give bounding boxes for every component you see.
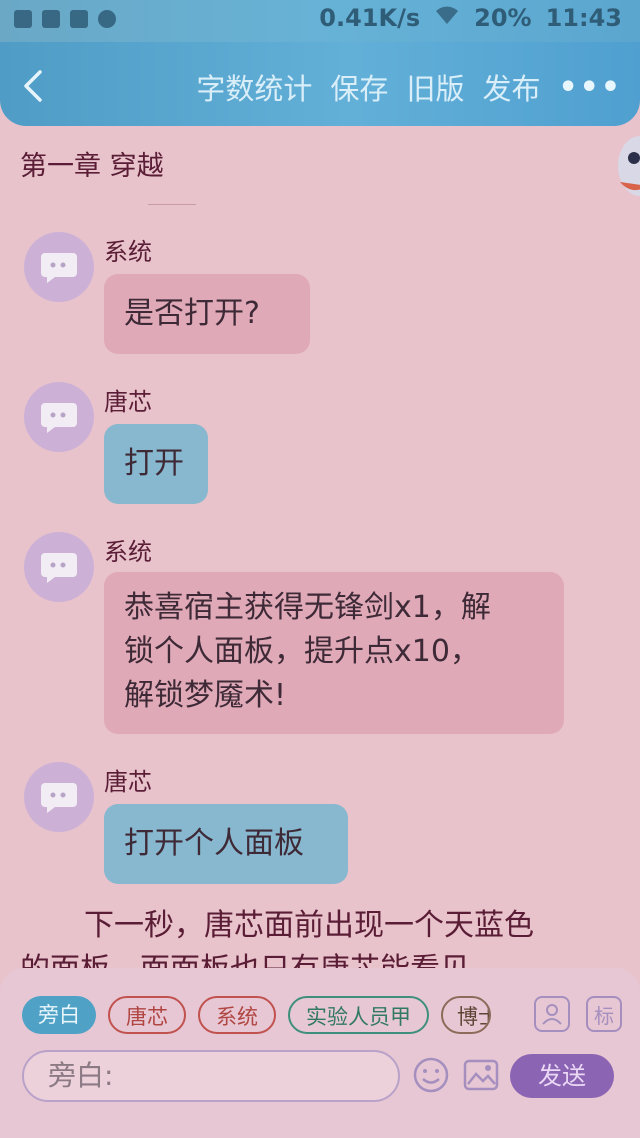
narration-line: 下一秒，唐芯面前出现一个天蓝色 <box>84 908 534 943</box>
avatar <box>24 762 94 832</box>
old-version-button[interactable]: 旧版 <box>406 66 464 108</box>
send-button[interactable]: 发送 <box>510 1054 614 1098</box>
role-chip-tangxin[interactable]: 唐芯 <box>108 996 186 1034</box>
person-icon[interactable] <box>534 996 570 1032</box>
avatar <box>24 232 94 302</box>
role-selector: 旁白 唐芯 系统 实验人员甲 博士 <box>22 996 491 1034</box>
message-bubble[interactable]: 恭喜宿主获得无锋剑x1，解 锁个人面板，提升点x10， 解锁梦魇术! <box>104 572 564 734</box>
status-icons-right: 0.41K/s 20% 11:43 <box>319 4 622 32</box>
save-button[interactable]: 保存 <box>330 66 388 108</box>
message-icon <box>42 10 60 28</box>
message-line: 解锁梦魇术! <box>124 678 287 713</box>
role-chip-narrator[interactable]: 旁白 <box>22 996 96 1034</box>
time: 11:43 <box>545 4 622 32</box>
sender-name: 系统 <box>104 538 152 566</box>
publish-button[interactable]: 发布 <box>482 66 540 108</box>
role-chip-lab-member[interactable]: 实验人员甲 <box>288 996 429 1034</box>
mascot-icon[interactable] <box>612 130 640 202</box>
battery-level: 20% <box>474 4 532 32</box>
globe-icon <box>98 10 116 28</box>
image-icon[interactable] <box>462 1056 500 1094</box>
role-chip-system[interactable]: 系统 <box>198 996 276 1034</box>
sender-name: 唐芯 <box>104 768 152 796</box>
message-line: 锁个人面板，提升点x10， <box>124 634 480 669</box>
message-bubble[interactable]: 是否打开? <box>104 274 310 354</box>
chevron-left-icon[interactable] <box>20 68 46 104</box>
more-dots-icon[interactable]: ••• <box>558 70 622 105</box>
message-input[interactable]: 旁白: <box>22 1050 400 1102</box>
status-bar: 0.41K/s 20% 11:43 <box>0 0 640 42</box>
tag-button[interactable]: 标 <box>586 996 622 1032</box>
net-speed: 0.41K/s <box>319 4 421 32</box>
sender-name: 唐芯 <box>104 388 152 416</box>
word-count-button[interactable]: 字数统计 <box>196 66 312 108</box>
composer-panel: 旁白 唐芯 系统 实验人员甲 博士 标 旁白: 发送 <box>0 968 640 1138</box>
sender-name: 系统 <box>104 238 152 266</box>
app-icon <box>70 10 88 28</box>
message-line: 恭喜宿主获得无锋剑x1，解 <box>124 590 491 625</box>
chapter-title[interactable]: 第一章 穿越 <box>20 144 164 183</box>
message-bubble[interactable]: 打开 <box>104 424 208 504</box>
message-bubble[interactable]: 打开个人面板 <box>104 804 348 884</box>
role-chip-doctor[interactable]: 博士 <box>441 996 491 1034</box>
status-icons-left <box>14 10 116 28</box>
chat-bubble-icon <box>41 783 77 813</box>
editor-header: 字数统计 保存 旧版 发布 ••• <box>0 42 640 126</box>
avatar <box>24 532 94 602</box>
notification-icon <box>14 10 32 28</box>
wifi-icon <box>434 4 460 32</box>
chat-bubble-icon <box>41 403 77 433</box>
chat-bubble-icon <box>41 253 77 283</box>
chat-bubble-icon <box>41 553 77 583</box>
avatar <box>24 382 94 452</box>
title-divider <box>148 204 196 205</box>
smile-icon[interactable] <box>412 1056 450 1094</box>
